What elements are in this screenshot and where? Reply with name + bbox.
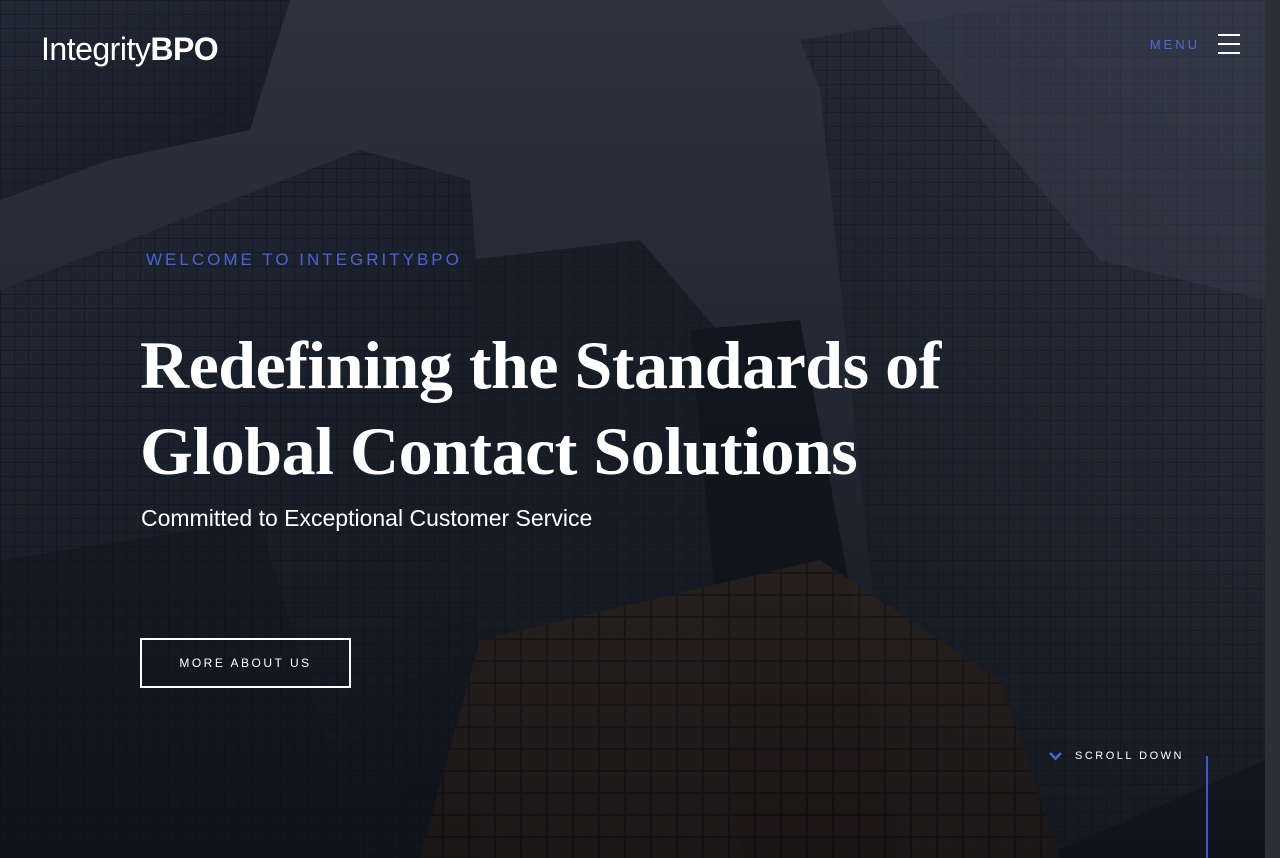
hero-eyebrow: WELCOME TO INTEGRITYBPO [146, 250, 462, 269]
logo-text-light: Integrity [41, 31, 151, 67]
hamburger-icon[interactable] [1218, 34, 1240, 54]
more-about-us-button[interactable]: MORE ABOUT US [140, 638, 351, 688]
hero-headline: Redefining the Standards of Global Conta… [140, 327, 941, 489]
logo-text-bold: BPO [150, 31, 219, 67]
hero-page: IntegrityBPO MENU WELCOME TO INTEGRITYBP… [0, 0, 1280, 858]
page-scrollbar[interactable] [1265, 0, 1280, 858]
site-logo[interactable]: IntegrityBPO [41, 31, 219, 68]
menu-label: MENU [1149, 36, 1200, 52]
scroll-down-link[interactable]: SCROLL DOWN [1048, 750, 1184, 762]
hero-subheading: Committed to Exceptional Customer Servic… [141, 505, 593, 531]
scroll-indicator-line [1206, 756, 1208, 858]
scroll-down-label: SCROLL DOWN [1075, 750, 1184, 762]
chevron-down-icon [1049, 752, 1062, 761]
menu-button[interactable]: MENU [1150, 34, 1240, 54]
